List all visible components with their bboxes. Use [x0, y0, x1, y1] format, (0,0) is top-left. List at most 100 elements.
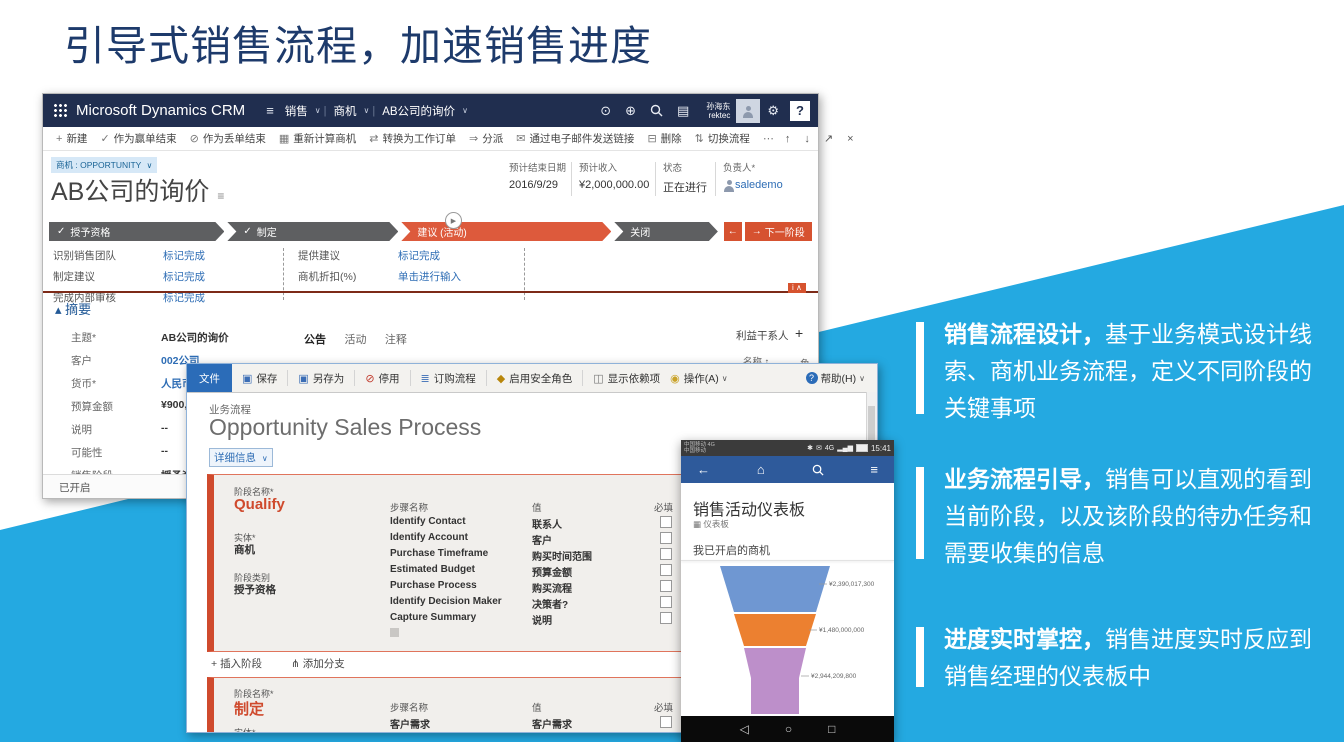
details-dropdown[interactable]: 详细信息 ∨ — [209, 448, 273, 467]
funnel-segment-3[interactable] — [744, 648, 806, 714]
switch-process-button[interactable]: ⇅切换流程 — [695, 131, 750, 146]
stage-develop[interactable]: ✓制定 — [227, 222, 398, 241]
gear-icon[interactable]: ⚙ — [767, 103, 779, 119]
hamburger-icon[interactable]: ≡ — [266, 103, 274, 118]
task-action[interactable]: 标记完成 — [163, 248, 205, 263]
email-link-button[interactable]: ✉通过电子邮件发送链接 — [516, 131, 634, 146]
step-value[interactable]: 说明 — [532, 612, 552, 627]
android-home-button[interactable]: ○ — [785, 722, 792, 736]
task-action[interactable]: 标记完成 — [163, 269, 205, 284]
step-name[interactable]: 客户需求 — [390, 716, 430, 731]
step-value[interactable]: 客户 — [532, 532, 552, 547]
security-roles-button[interactable]: ◆启用安全角色 — [497, 371, 572, 386]
step-name[interactable]: Purchase Timeframe — [390, 548, 488, 559]
step-name[interactable]: 建议的解决方案 — [390, 732, 460, 733]
header-field-est-revenue[interactable]: 预计收入¥2,000,000.00 — [579, 160, 649, 191]
stage-propose-active[interactable]: 建议 (活动) — [401, 222, 611, 241]
stage-qualify[interactable]: ✓授予资格 — [49, 222, 224, 241]
close-as-lost-button[interactable]: ⊘作为丢单结束 — [190, 131, 266, 146]
stage-name-value[interactable]: Qualify — [234, 496, 285, 513]
required-checkbox[interactable] — [660, 516, 672, 528]
step-value[interactable]: 决策者? — [532, 596, 568, 611]
add-branch-button[interactable]: ⋔ 添加分支 — [291, 656, 345, 671]
help-icon[interactable]: ? — [790, 101, 810, 121]
required-checkbox[interactable] — [660, 580, 672, 592]
nav-opportunities[interactable]: 商机 — [334, 103, 357, 119]
step-value[interactable]: 购买流程 — [532, 580, 572, 595]
step-name[interactable]: Identify Account — [390, 532, 468, 543]
scroll-down-icon[interactable]: ↓ — [804, 133, 810, 145]
task-action[interactable]: 单击进行输入 — [398, 269, 461, 284]
step-value[interactable]: 预算金额 — [532, 564, 572, 579]
close-as-won-button[interactable]: ✓作为赢单结束 — [100, 131, 176, 146]
step-value[interactable]: 联系人 — [532, 516, 562, 531]
process-info-toggle[interactable]: i ∧ — [788, 283, 806, 293]
popout-icon[interactable]: ↗ — [824, 132, 833, 145]
recently-viewed-icon[interactable]: ⊙ — [600, 103, 611, 119]
previous-stage-button[interactable]: ← — [724, 222, 742, 241]
user-block[interactable]: 孙海东 rektec — [706, 102, 730, 120]
step-name[interactable]: Identify Contact — [390, 516, 466, 527]
deactivate-button[interactable]: ⊘停用 — [365, 371, 399, 386]
header-field-status[interactable]: 状态正在进行 — [663, 160, 707, 195]
file-button[interactable]: 文件 — [187, 364, 232, 392]
step-value[interactable]: 购买时间范围 — [532, 548, 592, 563]
summary-section-title[interactable]: ▴ 摘要 — [55, 299, 91, 318]
next-stage-button[interactable]: →下一阶段 — [745, 222, 812, 241]
task-action[interactable]: 标记完成 — [398, 248, 440, 263]
step-value[interactable]: 建议的解决方案 — [532, 732, 602, 733]
show-dependencies-button[interactable]: ◫显示依赖项 — [593, 371, 660, 386]
step-name[interactable]: Capture Summary — [390, 612, 476, 623]
actions-menu[interactable]: ◉操作(A)∨ — [670, 371, 727, 386]
search-icon[interactable] — [650, 104, 663, 117]
app-launcher-icon[interactable] — [53, 103, 68, 118]
add-step-stub[interactable] — [390, 628, 399, 637]
funnel-segment-1[interactable] — [720, 566, 830, 612]
nav-record[interactable]: AB公司的询价 — [382, 103, 455, 119]
more-commands-button[interactable]: ⋯ — [763, 132, 778, 145]
assign-button[interactable]: ⇒分派 — [469, 131, 503, 146]
tab-posts[interactable]: 公告 — [304, 334, 326, 346]
step-name[interactable]: Purchase Process — [390, 580, 477, 591]
title-menu-icon[interactable]: ≡ — [217, 189, 224, 203]
android-recents-button[interactable]: □ — [828, 722, 835, 736]
nav-sales[interactable]: 销售 — [285, 103, 308, 119]
step-name[interactable]: Estimated Budget — [390, 564, 475, 575]
records-icon[interactable]: ▤ — [677, 103, 689, 119]
header-field-owner[interactable]: 负责人* saledemo — [723, 160, 783, 191]
stage-close[interactable]: 关闭 — [614, 222, 718, 241]
android-back-button[interactable]: ◁ — [740, 722, 749, 736]
field-value[interactable]: AB公司的询价 — [161, 330, 229, 345]
field-value[interactable]: -- — [161, 445, 168, 460]
chevron-down-icon[interactable]: ∨ — [462, 106, 468, 115]
scroll-up-icon[interactable]: ↑ — [785, 133, 791, 145]
convert-to-workorder-button[interactable]: ⇄转换为工作订单 — [369, 131, 456, 146]
stage-name-value[interactable]: 制定 — [234, 698, 264, 719]
close-icon[interactable]: × — [847, 133, 853, 145]
help-menu[interactable]: ?帮助(H)∨ — [806, 371, 865, 386]
insert-stage-button[interactable]: + 插入阶段 — [211, 656, 262, 671]
tab-activities[interactable]: 活动 — [344, 334, 366, 346]
header-field-est-close[interactable]: 预计结束日期2016/9/29 — [509, 160, 566, 191]
required-checkbox[interactable] — [660, 548, 672, 560]
required-checkbox[interactable] — [660, 732, 672, 733]
quick-create-icon[interactable]: ⊕ — [625, 103, 636, 119]
menu-icon[interactable]: ≡ — [870, 462, 878, 477]
field-value[interactable]: -- — [161, 422, 168, 437]
funnel-chart[interactable]: ¥2,390,017,300 ¥1,480,000,000 ¥2,944,209… — [689, 564, 886, 716]
back-icon[interactable]: ← — [697, 462, 710, 477]
required-checkbox[interactable] — [660, 612, 672, 624]
home-icon[interactable]: ⌂ — [757, 462, 765, 477]
record-type-badge[interactable]: 商机 : OPPORTUNITY ∨ — [51, 157, 157, 173]
add-stakeholder-button[interactable]: + — [795, 325, 803, 341]
dashboard-subtitle[interactable]: ▦ 仪表板 — [693, 518, 729, 530]
order-process-button[interactable]: ≣订购流程 — [421, 371, 476, 386]
delete-button[interactable]: ⊟删除 — [647, 131, 681, 146]
required-checkbox[interactable] — [660, 716, 672, 728]
search-icon[interactable] — [812, 464, 824, 476]
chevron-down-icon[interactable]: ∨ — [315, 106, 321, 115]
new-button[interactable]: +新建 — [56, 131, 87, 146]
funnel-segment-2[interactable] — [734, 614, 816, 646]
recalculate-button[interactable]: ▦重新计算商机 — [279, 131, 356, 146]
required-checkbox[interactable] — [660, 596, 672, 608]
